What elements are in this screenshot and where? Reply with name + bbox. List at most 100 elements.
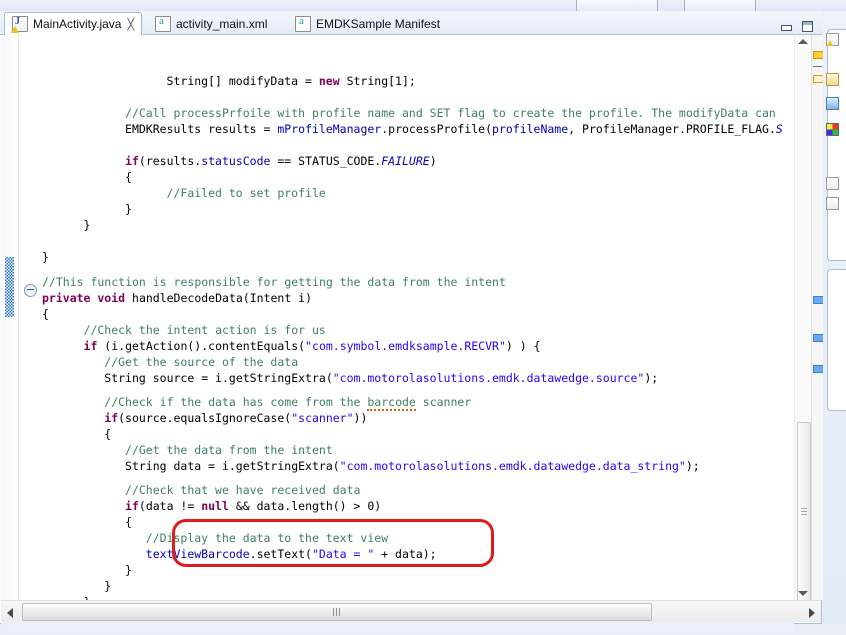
toolbar-widget-left[interactable] <box>576 0 658 11</box>
code-line: //Failed to set profile <box>167 185 326 201</box>
outline-view-panel[interactable] <box>823 11 846 624</box>
code-token: handleDecodeData(Intent i) <box>125 291 312 305</box>
editor-tab-bar: MainActivity.java ╳ activity_main.xml EM… <box>0 11 822 35</box>
code-token: //Display the data to the text view <box>146 531 388 545</box>
minimize-button[interactable] <box>780 20 793 33</box>
code-token: .processProfile( <box>381 122 492 136</box>
code-token: //Call processPrfoile with profile name … <box>125 106 776 120</box>
code-token: if <box>84 339 98 353</box>
code-token: //Check that we have received data <box>125 483 360 497</box>
vertical-scrollbar-thumb[interactable] <box>797 422 811 602</box>
horizontal-scrollbar-thumb[interactable] <box>22 603 652 621</box>
java-file-icon <box>12 16 28 32</box>
tab-activity-main-xml[interactable]: activity_main.xml <box>148 13 278 35</box>
code-token: //Get the source of the data <box>104 355 298 369</box>
warning-overlay-icon <box>827 40 833 46</box>
code-token: } <box>84 218 91 232</box>
code-token: mProfileManager <box>277 122 381 136</box>
scroll-down-arrow-icon[interactable] <box>798 591 808 596</box>
outline-item-rgb-icon[interactable] <box>826 123 839 136</box>
code-line: if(source.equalsIgnoreCase("scanner")) <box>104 410 367 426</box>
outline-view-box-secondary <box>827 269 846 411</box>
collapse-fold-icon[interactable] <box>24 284 37 297</box>
code-token: S <box>776 122 783 136</box>
code-token: (i.getAction().contentEquals( <box>97 339 305 353</box>
tab-emdksample-manifest[interactable]: EMDKSample Manifest <box>288 13 451 35</box>
overview-separator[interactable] <box>813 66 822 67</box>
code-token: String[1]; <box>340 74 416 88</box>
code-token: "com.symbol.emdksample.RECVR" <box>305 339 506 353</box>
code-token: String[] modifyData = <box>167 74 319 88</box>
code-line: String source = i.getStringExtra("com.mo… <box>104 370 658 386</box>
code-line: String data = i.getStringExtra("com.moto… <box>125 458 700 474</box>
scrollbar-grip-icon <box>801 508 807 516</box>
code-token: scanner <box>416 395 471 409</box>
code-token: EMDKResults results = <box>125 122 277 136</box>
outline-item-cls-icon[interactable] <box>826 97 839 110</box>
outline-item-imp-icon[interactable] <box>826 177 839 190</box>
code-line: //Check the intent action is for us <box>84 322 326 338</box>
maximize-icon <box>802 21 813 32</box>
scroll-left-arrow-icon[interactable] <box>7 608 13 618</box>
code-token: "com.motorolasolutions.emdk.datawedge.so… <box>333 371 645 385</box>
code-token: if <box>125 499 139 513</box>
tab-label: MainActivity.java <box>33 17 121 31</box>
code-token: ); <box>644 371 658 385</box>
code-token: "Data = " <box>312 547 374 561</box>
code-token: String source = i.getStringExtra( <box>104 371 332 385</box>
outline-item-pkg-icon[interactable] <box>826 73 839 86</box>
code-token: private void <box>42 291 125 305</box>
xml-file-icon <box>155 16 171 32</box>
toolbar-widget-right[interactable] <box>684 0 756 11</box>
code-token: { <box>104 427 111 441</box>
code-token: + data); <box>374 547 436 561</box>
code-token: //Check if the data has come from the <box>104 395 367 409</box>
code-token: statusCode <box>201 154 270 168</box>
code-token: } <box>125 202 132 216</box>
code-token: profileName <box>492 122 568 136</box>
close-icon[interactable]: ╳ <box>127 18 134 31</box>
code-line: if(results.statusCode == STATUS_CODE.FAI… <box>125 153 437 169</box>
outline-item-imp-icon[interactable] <box>826 197 839 210</box>
code-token: } <box>104 579 111 593</box>
tab-mainactivity-java[interactable]: MainActivity.java ╳ <box>4 12 142 36</box>
minimize-icon <box>781 25 792 31</box>
source-code-area[interactable]: String[] modifyData = new String[1];//Ca… <box>42 35 794 600</box>
code-token: && data.length() > 0) <box>229 499 381 513</box>
code-token: //Failed to set profile <box>167 186 326 200</box>
code-token: )) <box>354 411 368 425</box>
code-token: ) ) { <box>506 339 541 353</box>
code-token: FAILURE <box>381 154 429 168</box>
code-token: { <box>42 307 49 321</box>
code-line: //Call processPrfoile with profile name … <box>125 105 776 121</box>
code-line: //Get the data from the intent <box>125 442 333 458</box>
code-token: (source.equalsIgnoreCase( <box>118 411 291 425</box>
code-line: { <box>104 426 111 442</box>
code-token: .setText( <box>250 547 312 561</box>
code-token: null <box>201 499 229 513</box>
code-token: == STATUS_CODE. <box>270 154 381 168</box>
tab-label: activity_main.xml <box>176 17 267 31</box>
marker-gutter[interactable] <box>1 35 19 600</box>
xml-file-icon <box>295 16 311 32</box>
vertical-scrollbar[interactable] <box>794 35 811 600</box>
overview-ruler[interactable] <box>811 35 823 600</box>
maximize-button[interactable] <box>801 20 814 33</box>
scroll-up-arrow-icon[interactable] <box>798 39 808 44</box>
code-line: } <box>125 201 132 217</box>
code-line: //Display the data to the text view <box>146 530 388 546</box>
code-token: barcode <box>367 395 415 411</box>
code-token: //Check the intent action is for us <box>84 323 326 337</box>
folding-gutter[interactable] <box>19 35 41 600</box>
code-token: (results. <box>139 154 201 168</box>
code-token: textViewBarcode <box>146 547 250 561</box>
outline-item-imp-icon[interactable] <box>826 33 839 46</box>
code-token: if <box>104 411 118 425</box>
scroll-right-arrow-icon[interactable] <box>809 608 815 618</box>
code-token: ) <box>430 154 437 168</box>
scrollbar-grip-icon <box>333 608 341 616</box>
toolbar-strip <box>0 0 846 11</box>
horizontal-scrollbar[interactable] <box>1 600 821 622</box>
code-line: { <box>42 306 49 322</box>
code-editor[interactable]: String[] modifyData = new String[1];//Ca… <box>1 35 821 600</box>
